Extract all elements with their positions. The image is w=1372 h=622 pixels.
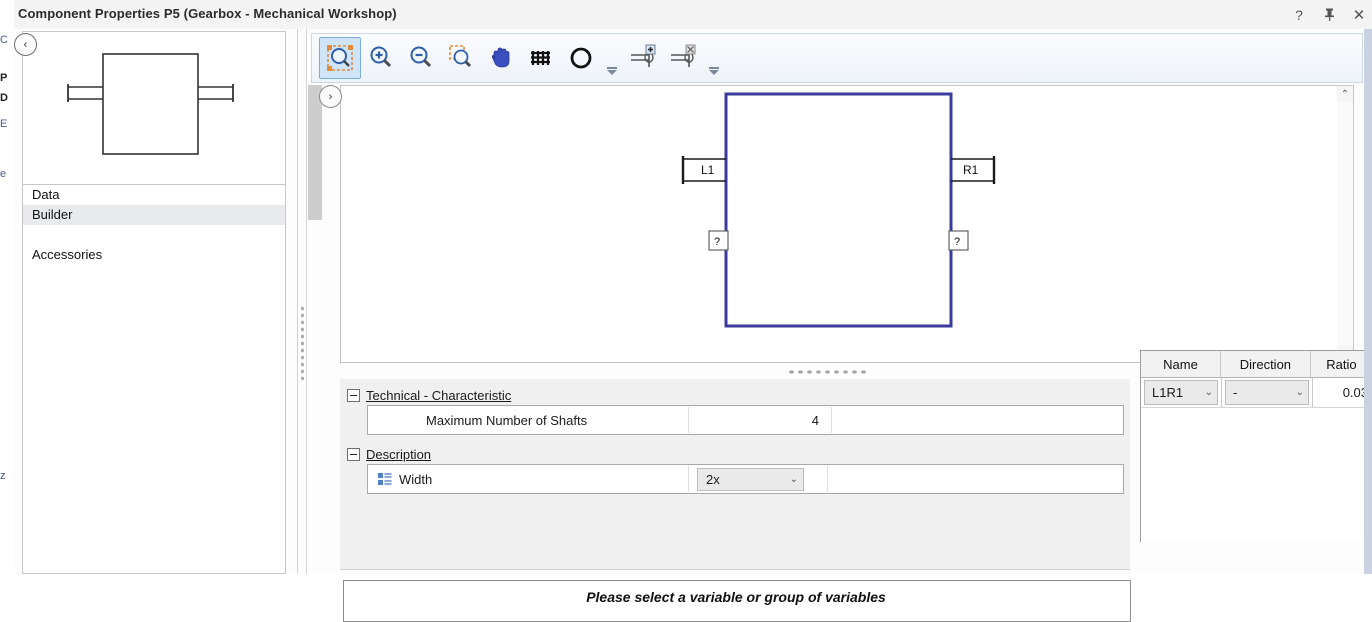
pan-hand-glyph	[491, 47, 510, 68]
bg-fragment: D	[0, 92, 8, 104]
width-dropdown[interactable]: 2x ⌄	[697, 467, 804, 491]
grid-empty-area	[1141, 408, 1372, 542]
property-label: Width	[368, 466, 689, 492]
property-extra-cell	[832, 407, 1123, 433]
bg-fragment: E	[0, 118, 8, 130]
gearbox-diagram: L1 R1 ? ?	[681, 92, 996, 328]
grid-header-name[interactable]: Name	[1141, 351, 1221, 377]
property-label: Maximum Number of Shafts	[368, 407, 689, 433]
zoom-in-glyph	[370, 46, 392, 68]
zoom-out-icon[interactable]	[401, 38, 441, 78]
property-row-width[interactable]: Width 2x ⌄	[367, 464, 1124, 494]
delete-shaft-icon[interactable]	[663, 38, 703, 78]
toolbar-overflow-caret-1[interactable]	[601, 35, 623, 81]
zoom-out-glyph	[410, 46, 432, 68]
bg-fragment: C	[0, 34, 8, 46]
canvas-vertical-scrollbar[interactable]: ⌃ ⌄	[1337, 85, 1354, 363]
name-dropdown[interactable]: L1R1 ⌄	[1144, 380, 1218, 405]
property-group-header-description[interactable]: Description	[347, 444, 431, 464]
name-dropdown-value: L1R1	[1152, 385, 1184, 400]
direction-dropdown[interactable]: - ⌄	[1225, 380, 1309, 405]
tree-item-accessories[interactable]: Accessories	[23, 245, 285, 265]
width-dropdown-value: 2x	[706, 471, 720, 487]
tree-item-data[interactable]: Data	[23, 185, 285, 205]
vertical-splitter[interactable]	[297, 29, 307, 574]
pin-glyph	[1324, 8, 1334, 21]
close-icon[interactable]: ✕	[1352, 7, 1366, 24]
grid-cell-name: L1R1 ⌄	[1141, 378, 1222, 407]
zoom-fit-glyph	[327, 45, 353, 71]
zoom-region-glyph	[449, 45, 472, 68]
circle-glyph	[570, 47, 592, 69]
bg-fragment: e	[0, 168, 7, 180]
grid-cell-direction: - ⌄	[1222, 378, 1313, 407]
port-label-r1: R1	[963, 163, 979, 177]
circle-icon[interactable]	[561, 38, 601, 78]
pin-icon[interactable]	[1322, 7, 1336, 23]
group-title: Description	[366, 446, 432, 462]
chevron-down-icon: ⌄	[1204, 387, 1213, 398]
grid-glyph	[531, 51, 550, 65]
add-shaft-icon[interactable]	[623, 38, 663, 78]
toolbar-tools	[319, 37, 725, 79]
property-group-header-technical[interactable]: Technical - Characteristic	[347, 385, 511, 405]
background-window-sliver: C P D E e z	[0, 0, 14, 574]
chevron-down-icon: ⌄	[789, 473, 798, 485]
bg-fragment: P	[0, 72, 8, 84]
shaft-data-grid[interactable]: Name Direction Ratio L1R1 ⌄ - ⌄ 0.03	[1140, 350, 1372, 542]
horizontal-splitter-grip[interactable]	[787, 369, 869, 375]
chevron-down-icon	[709, 67, 719, 75]
property-row-max-shafts[interactable]: Maximum Number of Shafts 4	[367, 405, 1124, 435]
collapse-icon[interactable]	[347, 388, 360, 402]
component-preview	[22, 31, 286, 185]
pan-hand-icon[interactable]	[481, 38, 521, 78]
toolbar-overflow-caret-2[interactable]	[703, 35, 725, 81]
window-right-edge	[1364, 29, 1372, 574]
zoom-fit-icon[interactable]	[319, 37, 361, 79]
enum-list-glyph	[378, 472, 392, 485]
gearbox-symbol-preview	[67, 53, 234, 155]
enum-list-icon	[378, 472, 392, 486]
property-extra-cell	[828, 466, 1123, 492]
title-bar: Component Properties P5 (Gearbox - Mecha…	[14, 0, 1372, 30]
grid-header-ratio[interactable]: Ratio	[1311, 351, 1372, 377]
zoom-region-icon[interactable]	[441, 38, 481, 78]
property-value[interactable]: 4	[689, 407, 832, 433]
collapse-icon[interactable]	[347, 447, 360, 461]
bg-fragment: z	[0, 470, 6, 482]
title-bar-buttons: ? ✕	[1292, 0, 1366, 29]
zoom-in-icon[interactable]	[361, 38, 401, 78]
group-title: Technical - Characteristic	[366, 387, 512, 403]
navigation-tree: Data Builder Accessories	[22, 184, 286, 574]
grid-header-row: Name Direction Ratio	[1141, 351, 1372, 378]
add-shaft-glyph	[631, 44, 656, 67]
page-title: Component Properties P5 (Gearbox - Mecha…	[18, 6, 397, 21]
scrollbar-thumb[interactable]	[308, 85, 322, 220]
property-label-text: Width	[399, 471, 433, 487]
diagram-canvas[interactable]: L1 R1 ? ?	[340, 85, 1345, 363]
expand-panel-button[interactable]: ›	[319, 85, 342, 108]
collapse-panel-button[interactable]: ‹	[14, 33, 37, 56]
chevron-down-icon	[607, 67, 617, 75]
direction-dropdown-value: -	[1233, 385, 1238, 400]
message-text: Please select a variable or group of var…	[586, 589, 886, 605]
component-properties-window: C P D E e z Component Properties P5 (Gea…	[0, 0, 1372, 622]
help-icon[interactable]: ?	[1292, 7, 1306, 23]
property-label-text: Maximum Number of Shafts	[426, 412, 588, 428]
port-label-l1: L1	[701, 163, 715, 177]
scroll-up-icon[interactable]: ⌃	[1337, 86, 1353, 102]
port-label-left-unknown: ?	[714, 236, 720, 248]
tree-item-builder[interactable]: Builder	[23, 205, 285, 225]
chevron-down-icon: ⌄	[1295, 387, 1304, 398]
property-value: 2x ⌄	[689, 466, 828, 492]
splitter-edge	[297, 29, 298, 574]
diagram-toolbar	[311, 33, 1363, 83]
port-label-right-unknown: ?	[954, 236, 960, 248]
table-row[interactable]: L1R1 ⌄ - ⌄ 0.03	[1141, 378, 1372, 408]
grid-icon[interactable]	[521, 38, 561, 78]
delete-shaft-glyph	[671, 44, 696, 67]
grid-header-direction[interactable]: Direction	[1221, 351, 1311, 377]
vertical-splitter-grip[interactable]	[300, 305, 305, 380]
